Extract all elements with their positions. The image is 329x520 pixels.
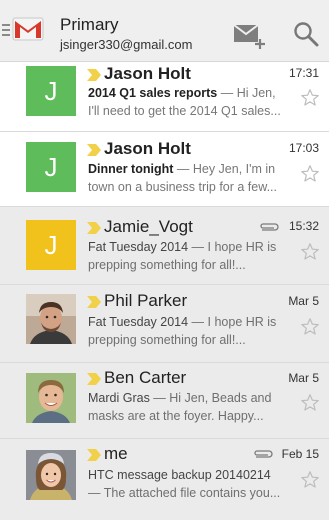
sender-name: Ben Carter <box>104 368 187 387</box>
importance-marker-icon[interactable] <box>86 220 102 236</box>
account-email: jsinger330@gmail.com <box>60 37 193 52</box>
message-preview: — The attached file contains you... <box>88 486 281 500</box>
message-subject: Mardi Gras <box>88 391 150 405</box>
attachment-icon <box>254 450 273 458</box>
search-icon[interactable] <box>292 21 320 47</box>
star-icon[interactable] <box>300 393 320 413</box>
star-icon[interactable] <box>300 317 320 337</box>
importance-marker-icon[interactable] <box>86 371 102 387</box>
message-subject: Fat Tuesday 2014 <box>88 315 189 329</box>
message-time: 17:31 <box>288 66 319 80</box>
avatar <box>26 294 76 344</box>
importance-marker-icon[interactable] <box>86 67 102 83</box>
message-row[interactable]: J Jason Holt 17:31 2014 Q1 sales reports… <box>0 62 329 132</box>
message-time: Mar 5 <box>288 371 319 385</box>
message-snippet: Fat Tuesday 2014 — I hope HR is prepping… <box>88 238 283 274</box>
message-row[interactable]: J Jason Holt 17:03 Dinner tonight — Hey … <box>0 132 329 207</box>
avatar-letter: J <box>44 229 58 260</box>
gmail-app: Primary jsinger330@gmail.com J Jason Hol… <box>0 0 329 520</box>
sender-name: Phil Parker <box>104 291 188 310</box>
importance-marker-icon[interactable] <box>86 447 102 463</box>
gmail-logo-icon[interactable] <box>12 17 44 41</box>
sender-name: Jason Holt <box>104 64 191 83</box>
compose-icon[interactable] <box>232 22 268 50</box>
star-icon[interactable] <box>300 88 320 108</box>
avatar <box>26 373 76 423</box>
action-bar: Primary jsinger330@gmail.com <box>0 0 329 62</box>
sender-name: me <box>104 444 128 463</box>
avatar-letter: J <box>44 75 58 106</box>
star-icon[interactable] <box>300 470 320 490</box>
message-time: Mar 5 <box>288 294 319 308</box>
message-row[interactable]: J Jamie_Vogt 15:32 Fat Tuesday 2014 — I … <box>0 207 329 285</box>
avatar-photo <box>26 450 76 500</box>
star-icon[interactable] <box>300 164 320 184</box>
attachment-icon <box>260 223 279 231</box>
avatar: J <box>26 66 76 116</box>
message-row[interactable]: Ben Carter Mar 5 Mardi Gras — Hi Jen, Be… <box>0 363 329 439</box>
avatar <box>26 450 76 500</box>
message-subject: HTC message backup 20140214 <box>88 468 271 482</box>
avatar-letter: J <box>44 151 58 182</box>
message-snippet: Fat Tuesday 2014 — I hope HR is prepping… <box>88 313 283 349</box>
message-time: 17:03 <box>288 141 319 155</box>
star-icon[interactable] <box>300 242 320 262</box>
avatar-photo <box>26 373 76 423</box>
message-row[interactable]: Phil Parker Mar 5 Fat Tuesday 2014 — I h… <box>0 285 329 363</box>
message-snippet: HTC message backup 20140214 — The attach… <box>88 466 283 502</box>
message-snippet: Mardi Gras — Hi Jen, Beads and masks are… <box>88 389 283 425</box>
avatar: J <box>26 220 76 270</box>
avatar-photo <box>26 294 76 344</box>
importance-marker-icon[interactable] <box>86 294 102 310</box>
importance-marker-icon[interactable] <box>86 142 102 158</box>
avatar: J <box>26 142 76 192</box>
message-subject: Fat Tuesday 2014 <box>88 240 189 254</box>
sender-name: Jamie_Vogt <box>104 217 193 236</box>
message-time: Feb 15 <box>281 447 319 461</box>
message-row[interactable]: me Feb 15 HTC message backup 20140214 — … <box>0 439 329 520</box>
message-snippet: 2014 Q1 sales reports — Hi Jen, I'll nee… <box>88 84 283 120</box>
message-subject: Dinner tonight <box>88 162 174 176</box>
message-time: 15:32 <box>288 219 319 233</box>
sender-name: Jason Holt <box>104 139 191 158</box>
message-subject: 2014 Q1 sales reports <box>88 86 218 100</box>
nav-drawer-icon[interactable] <box>2 22 10 38</box>
mailbox-title[interactable]: Primary <box>60 15 119 35</box>
message-snippet: Dinner tonight — Hey Jen, I'm in town on… <box>88 160 283 196</box>
